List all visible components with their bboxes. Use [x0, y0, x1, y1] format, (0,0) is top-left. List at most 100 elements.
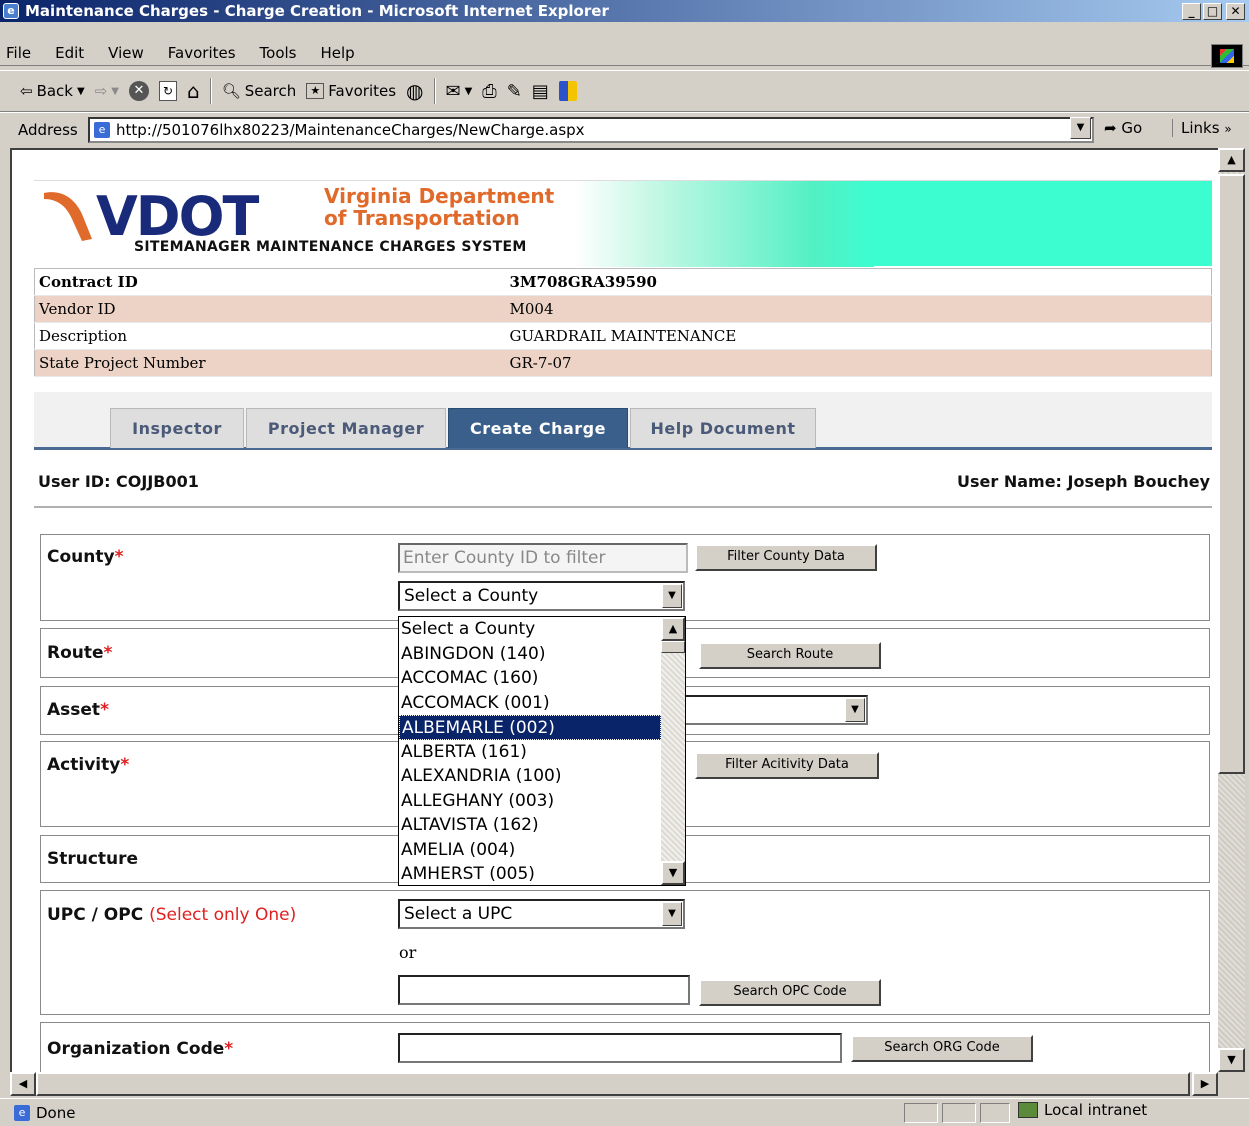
menu-tools[interactable]: Tools [260, 44, 297, 62]
address-url: http://501076lhx80223/MaintenanceCharges… [116, 121, 585, 139]
upc-select-value: Select a UPC [404, 904, 513, 924]
chevron-down-icon: ▼ [77, 85, 85, 97]
address-dropdown-button[interactable]: ▼ [1070, 117, 1091, 139]
opc-input[interactable] [398, 975, 690, 1005]
search-route-button[interactable]: Search Route [699, 642, 881, 669]
horizontal-scroll-thumb[interactable] [36, 1072, 1190, 1096]
required-mark: * [120, 755, 130, 775]
status-panel [942, 1103, 976, 1123]
list-item[interactable]: Select a County [399, 617, 685, 642]
contract-id-label: Contract ID [34, 268, 506, 296]
county-label-text: County [47, 547, 115, 567]
menu-favorites[interactable]: Favorites [168, 44, 236, 62]
search-button[interactable]: 🔍︎ Search [222, 82, 297, 100]
address-input[interactable]: e http://501076lhx80223/MaintenanceCharg… [88, 117, 1094, 143]
org-code-label: Organization Code* [47, 1039, 233, 1059]
page-viewport: VDOT Virginia Department of Transportati… [10, 148, 1218, 1072]
print-button[interactable]: ⎙ [482, 81, 496, 102]
vertical-scroll-thumb[interactable] [1218, 174, 1245, 774]
state-project-number-value: GR-7-07 [505, 349, 1212, 377]
vendor-id-value: M004 [505, 295, 1212, 323]
table-row: Vendor ID M004 [34, 295, 1212, 323]
filter-activity-button[interactable]: Filter Acitivity Data [695, 752, 879, 779]
edit-icon: ✎ [506, 80, 522, 102]
discuss-icon: ▤ [531, 80, 549, 102]
list-item-selected[interactable]: ALBEMARLE (002) [399, 715, 661, 740]
scroll-left-icon[interactable]: ◀ [10, 1072, 36, 1096]
county-select[interactable]: Select a County ▼ [398, 581, 685, 611]
page-icon: e [14, 1104, 30, 1121]
mail-button[interactable]: ✉ ▼ [446, 81, 473, 102]
go-button[interactable]: ➦ Go [1104, 119, 1142, 137]
filter-county-button[interactable]: Filter County Data [695, 544, 877, 571]
list-item[interactable]: ALEXANDRIA (100) [399, 764, 685, 789]
upc-note: (Select only One) [149, 905, 297, 925]
chevron-right-icon: » [1224, 122, 1232, 136]
forward-button[interactable]: ⇨ ▼ [95, 82, 119, 100]
scroll-down-icon[interactable]: ▼ [661, 861, 685, 885]
refresh-button[interactable]: ↻ [158, 81, 177, 101]
scroll-down-icon[interactable]: ▼ [1218, 1048, 1245, 1072]
org-code-section: Organization Code* Search ORG Code [40, 1022, 1210, 1072]
page-icon: e [94, 122, 110, 138]
list-scrollbar[interactable]: ▲ ▼ [661, 617, 685, 885]
intranet-icon [1018, 1102, 1038, 1118]
scroll-up-icon[interactable]: ▲ [661, 617, 685, 641]
route-label: Route* [47, 643, 112, 663]
horizontal-scrollbar[interactable]: ◀ ▶ [10, 1072, 1218, 1096]
or-text: or [399, 943, 417, 962]
maximize-button[interactable]: □ [1203, 3, 1222, 20]
chevron-down-icon[interactable]: ▼ [662, 902, 682, 926]
vendor-id-label: Vendor ID [34, 295, 506, 323]
back-button[interactable]: ⇦ Back ▼ [20, 82, 85, 100]
org-code-label-text: Organization Code [47, 1039, 225, 1059]
minimize-button[interactable]: _ [1182, 3, 1201, 20]
home-button[interactable]: ⌂ [187, 79, 200, 103]
list-item[interactable]: ALBERTA (161) [399, 740, 685, 765]
list-scroll-thumb[interactable] [661, 641, 685, 653]
chevron-down-icon[interactable]: ▼ [845, 698, 865, 722]
search-org-button[interactable]: Search ORG Code [851, 1035, 1033, 1062]
list-item[interactable]: AMHERST (005) [399, 862, 685, 885]
upc-select[interactable]: Select a UPC ▼ [398, 899, 685, 929]
vertical-scrollbar[interactable]: ▲ ▼ [1218, 148, 1245, 1072]
favorites-button[interactable]: ★ Favorites [306, 82, 396, 100]
table-row: Contract ID 3M708GRA39590 [34, 268, 1212, 296]
county-dropdown-list[interactable]: Select a County ABINGDON (140) ACCOMAC (… [398, 616, 686, 886]
close-button[interactable]: ✕ [1226, 3, 1245, 20]
menu-view[interactable]: View [108, 44, 144, 62]
menu-edit[interactable]: Edit [55, 44, 84, 62]
list-item[interactable]: ABINGDON (140) [399, 642, 685, 667]
tab-project-manager[interactable]: Project Manager [246, 408, 446, 448]
tab-create-charge[interactable]: Create Charge [448, 408, 628, 448]
list-item[interactable]: ALLEGHANY (003) [399, 789, 685, 814]
list-item[interactable]: AMELIA (004) [399, 838, 685, 863]
county-label: County* [47, 547, 123, 567]
stop-button[interactable]: ✕ [128, 81, 149, 101]
list-item[interactable]: ACCOMAC (160) [399, 666, 685, 691]
county-filter-input[interactable]: Enter County ID to filter [398, 543, 688, 573]
edit-button[interactable]: ✎ [507, 81, 522, 102]
scroll-up-icon[interactable]: ▲ [1218, 148, 1245, 172]
search-opc-button[interactable]: Search OPC Code [699, 979, 881, 1006]
org-line-1: Virginia Department [324, 184, 555, 208]
links-button[interactable]: Links » [1172, 119, 1232, 137]
scroll-right-icon[interactable]: ▶ [1192, 1072, 1218, 1096]
messenger-button[interactable] [558, 81, 577, 101]
tab-help-document[interactable]: Help Document [630, 408, 816, 448]
tab-inspector[interactable]: Inspector [110, 408, 244, 448]
required-mark: * [103, 643, 113, 663]
history-button[interactable]: ◍ [406, 79, 423, 103]
go-label: Go [1121, 119, 1143, 137]
vdot-banner: VDOT Virginia Department of Transportati… [34, 180, 1212, 267]
list-item[interactable]: ALTAVISTA (162) [399, 813, 685, 838]
menu-file[interactable]: File [6, 44, 31, 62]
list-item[interactable]: ACCOMACK (001) [399, 691, 685, 716]
menu-help[interactable]: Help [321, 44, 355, 62]
mail-icon: ✉ [445, 80, 461, 102]
discuss-button[interactable]: ▤ [532, 81, 549, 102]
org-code-input[interactable] [398, 1033, 842, 1063]
chevron-down-icon[interactable]: ▼ [662, 584, 682, 608]
search-label: Search [244, 82, 297, 100]
status-label: Done [36, 1103, 76, 1122]
